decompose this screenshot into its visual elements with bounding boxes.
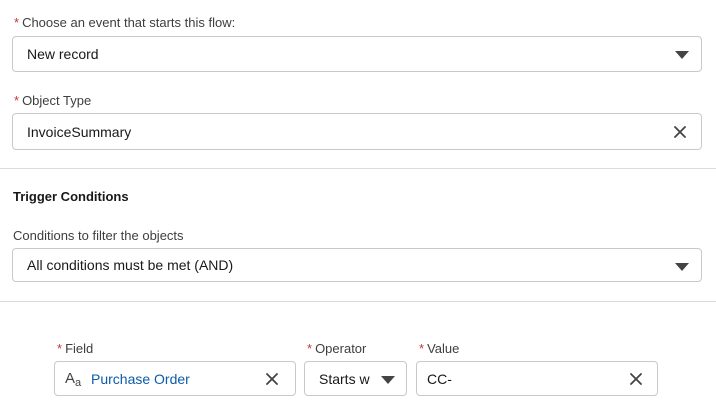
required-asterisk: * [307,341,313,356]
object-type-value: InvoiceSummary [27,123,132,140]
section-divider [0,168,716,169]
object-type-label: * Object Type [14,93,92,108]
value-label: * Value [419,341,460,356]
clear-icon[interactable] [673,125,687,139]
operator-select[interactable]: Starts w [304,361,407,396]
field-input[interactable]: Aa Purchase Order [54,361,296,396]
operator-select-value: Starts w [319,370,370,387]
object-type-input[interactable]: InvoiceSummary [12,113,702,150]
value-input[interactable]: CC- [416,361,658,396]
trigger-conditions-heading: Trigger Conditions [13,189,129,204]
required-asterisk: * [419,341,425,356]
conditions-label: Conditions to filter the objects [13,228,184,243]
event-label: * Choose an event that starts this flow: [14,15,236,30]
chevron-down-icon [675,51,689,59]
text-type-icon: Aa [65,370,82,389]
event-select[interactable]: New record [12,36,702,72]
operator-label: * Operator [307,341,367,356]
chevron-down-icon [381,376,395,384]
clear-icon[interactable] [265,372,279,386]
required-asterisk: * [14,93,20,108]
conditions-select[interactable]: All conditions must be met (AND) [12,248,702,282]
required-asterisk: * [57,341,63,356]
event-select-value: New record [27,46,99,62]
chevron-down-icon [675,263,689,271]
conditions-select-value: All conditions must be met (AND) [27,257,234,273]
field-value[interactable]: Purchase Order [91,362,190,395]
field-label: * Field [57,341,94,356]
clear-icon[interactable] [629,372,643,386]
section-divider [0,301,716,302]
value-input-value: CC- [427,370,452,387]
required-asterisk: * [14,15,20,30]
